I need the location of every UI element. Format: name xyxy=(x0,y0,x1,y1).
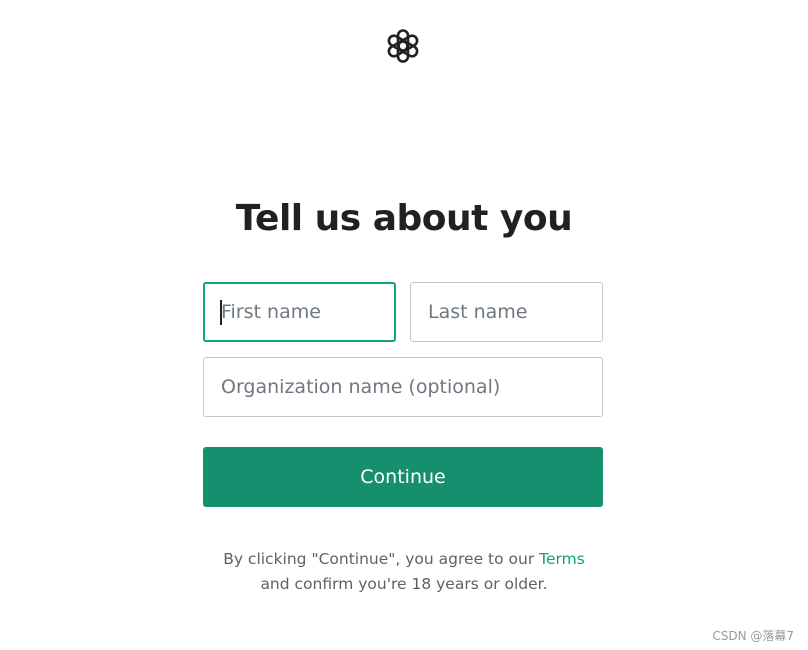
page-title: Tell us about you xyxy=(235,198,573,239)
organization-name-input[interactable] xyxy=(203,357,603,417)
terms-link[interactable]: Terms xyxy=(539,550,585,568)
first-name-input[interactable] xyxy=(203,282,396,342)
continue-button[interactable]: Continue xyxy=(203,447,603,507)
openai-logo-icon xyxy=(387,29,419,63)
legal-prefix-text: By clicking "Continue", you agree to our xyxy=(223,550,535,568)
legal-notice: By clicking "Continue", you agree to our… xyxy=(0,547,808,597)
age-confirmation-text: and confirm you're 18 years or older. xyxy=(260,575,548,593)
watermark: CSDN @落幕7 xyxy=(712,629,794,643)
text-caret xyxy=(220,300,222,325)
last-name-input[interactable] xyxy=(410,282,603,342)
